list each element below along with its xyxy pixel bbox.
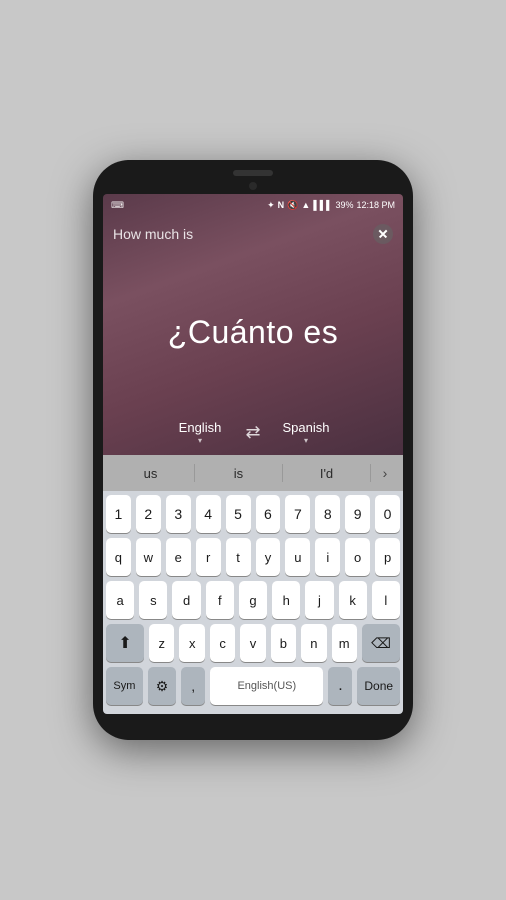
key-8[interactable]: 8 [315, 495, 340, 533]
key-n[interactable]: n [301, 624, 326, 662]
suggestion-is[interactable]: is [195, 462, 282, 485]
shift-icon: ⬆ [118, 633, 131, 653]
swap-icon: ⇄ [245, 422, 260, 443]
key-7[interactable]: 7 [285, 495, 310, 533]
source-language[interactable]: English ▾ [165, 420, 235, 445]
phone-camera [249, 182, 257, 190]
key-i[interactable]: i [315, 538, 340, 576]
phone-speaker [233, 170, 273, 176]
target-language[interactable]: Spanish ▾ [271, 420, 341, 445]
source-lang-name: English [165, 420, 235, 435]
battery-level: 39% [335, 200, 353, 210]
key-k[interactable]: k [339, 581, 367, 619]
key-h[interactable]: h [272, 581, 300, 619]
key-j[interactable]: j [305, 581, 333, 619]
status-time: 12:18 PM [356, 200, 395, 210]
key-z[interactable]: z [149, 624, 174, 662]
number-row: 1 2 3 4 5 6 7 8 9 0 [106, 495, 400, 533]
q-row: q w e r t y u i o p [106, 538, 400, 576]
key-9[interactable]: 9 [345, 495, 370, 533]
key-y[interactable]: y [256, 538, 281, 576]
key-g[interactable]: g [239, 581, 267, 619]
key-2[interactable]: 2 [136, 495, 161, 533]
suggestion-id[interactable]: I'd [283, 462, 370, 485]
source-lang-arrow: ▾ [165, 436, 235, 445]
key-5[interactable]: 5 [226, 495, 251, 533]
status-bar: ⌨ ✦ N 🔇 ▲ ▌▌▌ 39% 12:18 PM [103, 194, 403, 216]
period-key[interactable]: . [328, 667, 352, 705]
phone-device: ⌨ ✦ N 🔇 ▲ ▌▌▌ 39% 12:18 PM How much is [93, 160, 413, 740]
space-key[interactable]: English(US) [210, 667, 323, 705]
key-p[interactable]: p [375, 538, 400, 576]
key-l[interactable]: l [372, 581, 400, 619]
backspace-icon: ⌫ [371, 635, 391, 652]
translated-text: ¿Cuánto es [168, 314, 338, 351]
close-button[interactable] [373, 224, 393, 244]
keyboard-icon: ⌨ [111, 200, 124, 211]
nfc-icon: N [278, 200, 285, 210]
key-1[interactable]: 1 [106, 495, 131, 533]
key-4[interactable]: 4 [196, 495, 221, 533]
shift-key[interactable]: ⬆ [106, 624, 144, 662]
input-text[interactable]: How much is [113, 226, 373, 242]
a-row: a s d f g h j k l [106, 581, 400, 619]
key-d[interactable]: d [172, 581, 200, 619]
key-3[interactable]: 3 [166, 495, 191, 533]
backspace-key[interactable]: ⌫ [362, 624, 400, 662]
phone-screen: ⌨ ✦ N 🔇 ▲ ▌▌▌ 39% 12:18 PM How much is [103, 194, 403, 714]
keyboard: 1 2 3 4 5 6 7 8 9 0 q w e r t y u i [103, 491, 403, 714]
target-lang-arrow: ▾ [271, 436, 341, 445]
suggestions-bar: us is I'd › [103, 455, 403, 491]
key-v[interactable]: v [240, 624, 265, 662]
bluetooth-icon: ✦ [267, 200, 275, 211]
input-bar: How much is [103, 216, 403, 252]
key-e[interactable]: e [166, 538, 191, 576]
key-q[interactable]: q [106, 538, 131, 576]
key-m[interactable]: m [332, 624, 357, 662]
key-s[interactable]: s [139, 581, 167, 619]
z-row: ⬆ z x c v b n m ⌫ [106, 624, 400, 662]
key-c[interactable]: c [210, 624, 235, 662]
key-u[interactable]: u [285, 538, 310, 576]
more-suggestions-button[interactable]: › [371, 465, 399, 481]
key-f[interactable]: f [206, 581, 234, 619]
mute-icon: 🔇 [287, 200, 298, 211]
status-right: ✦ N 🔇 ▲ ▌▌▌ 39% 12:18 PM [267, 200, 395, 211]
key-o[interactable]: o [345, 538, 370, 576]
signal-icon: ▌▌▌ [313, 200, 332, 210]
key-6[interactable]: 6 [256, 495, 281, 533]
key-0[interactable]: 0 [375, 495, 400, 533]
settings-key[interactable]: ⚙ [148, 667, 176, 705]
language-selector: English ▾ ⇄ Spanish ▾ [103, 412, 403, 455]
key-a[interactable]: a [106, 581, 134, 619]
done-key[interactable]: Done [357, 667, 400, 705]
wifi-icon: ▲ [301, 200, 310, 210]
gear-icon: ⚙ [156, 678, 169, 695]
sym-key[interactable]: Sym [106, 667, 143, 705]
key-b[interactable]: b [271, 624, 296, 662]
target-lang-name: Spanish [271, 420, 341, 435]
key-x[interactable]: x [179, 624, 204, 662]
translation-area: ⌨ ✦ N 🔇 ▲ ▌▌▌ 39% 12:18 PM How much is [103, 194, 403, 455]
status-left: ⌨ [111, 200, 124, 211]
suggestion-us[interactable]: us [107, 462, 194, 485]
key-r[interactable]: r [196, 538, 221, 576]
swap-languages-button[interactable]: ⇄ [235, 421, 271, 445]
comma-key[interactable]: , [181, 667, 205, 705]
bottom-row: Sym ⚙ , English(US) . Done [106, 667, 400, 705]
key-t[interactable]: t [226, 538, 251, 576]
key-w[interactable]: w [136, 538, 161, 576]
translation-result: ¿Cuánto es [103, 252, 403, 412]
